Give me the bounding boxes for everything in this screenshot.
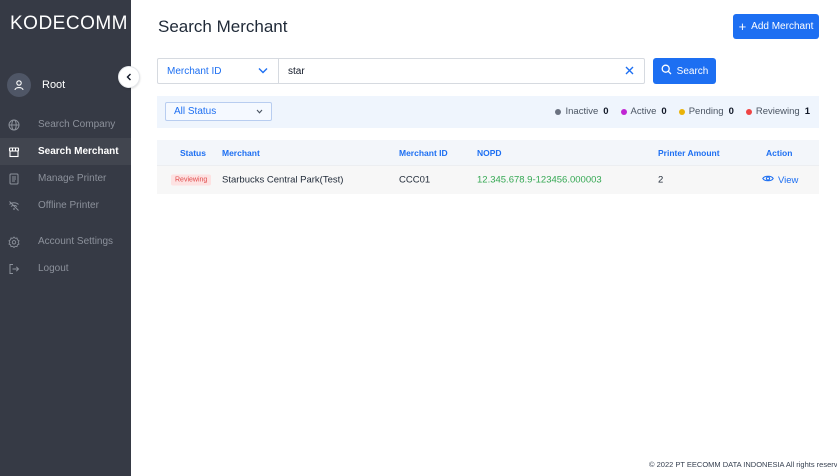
- nopd-value: 12.345.678.9-123456.000003: [477, 174, 602, 186]
- status-dot-icon: [555, 108, 562, 115]
- add-merchant-button[interactable]: + Add Merchant: [733, 14, 819, 39]
- merchant-table: Status Merchant Merchant ID NOPD Printer…: [157, 140, 819, 194]
- sidebar-item-label: Search Company: [38, 119, 116, 130]
- legend-label: Reviewing: [755, 106, 800, 117]
- chevron-down-icon: [258, 66, 268, 77]
- legend-count: 0: [661, 106, 667, 117]
- status-badge: Reviewing: [171, 174, 212, 186]
- gear-icon: [8, 235, 20, 248]
- search-button[interactable]: Search: [653, 58, 716, 84]
- legend-pending: Pending 0: [678, 106, 734, 117]
- store-icon: [8, 146, 20, 158]
- search-button-label: Search: [676, 65, 709, 77]
- search-bar: Merchant ID: [157, 58, 645, 84]
- sidebar-item-search-company[interactable]: Search Company: [0, 111, 131, 138]
- sidebar-item-account-settings[interactable]: Account Settings: [0, 228, 131, 255]
- merchant-name: Starbucks Central Park(Test): [222, 174, 344, 186]
- sidebar-item-label: Search Merchant: [38, 146, 119, 157]
- sidebar-item-logout[interactable]: Logout: [0, 255, 131, 282]
- merchant-id: CCC01: [399, 174, 431, 186]
- globe-icon: [8, 119, 20, 131]
- column-header-status: Status: [180, 147, 206, 158]
- page-title: Search Merchant: [158, 17, 288, 36]
- table-row[interactable]: Reviewing Starbucks Central Park(Test) C…: [157, 165, 819, 194]
- legend-active: Active 0: [620, 106, 667, 117]
- legend-count: 0: [603, 106, 609, 117]
- sidebar-nav: Search Company Search Merchant Manage Pr…: [0, 111, 131, 282]
- sidebar-item-offline-printer[interactable]: Offline Printer: [0, 192, 131, 219]
- search-icon: [661, 64, 677, 78]
- legend-count: 0: [728, 106, 734, 117]
- logout-icon: [8, 263, 20, 275]
- column-header-merchant: Merchant: [222, 147, 260, 158]
- legend-label: Inactive: [565, 106, 599, 117]
- status-dot-icon: [620, 108, 627, 115]
- user-avatar-icon: [7, 73, 31, 97]
- eye-icon: [762, 174, 778, 186]
- search-field-value: Merchant ID: [167, 65, 222, 77]
- sidebar-item-label: Logout: [38, 263, 69, 274]
- sidebar-item-label: Offline Printer: [38, 200, 99, 211]
- chevron-left-icon: [125, 68, 133, 86]
- chevron-down-icon: [256, 106, 263, 117]
- add-merchant-label: Add Merchant: [751, 21, 814, 32]
- sidebar-item-manage-printer[interactable]: Manage Printer: [0, 165, 131, 192]
- close-icon: [625, 62, 634, 80]
- sidebar-item-label: Manage Printer: [38, 173, 107, 184]
- wifi-off-icon: [8, 200, 20, 212]
- user-name: Root: [42, 79, 66, 91]
- search-input[interactable]: [279, 59, 614, 83]
- sidebar-collapse-button[interactable]: [118, 66, 140, 88]
- column-header-merchant-id: Merchant ID: [399, 147, 448, 158]
- column-header-action: Action: [766, 147, 793, 158]
- plus-icon: +: [738, 19, 747, 34]
- view-button[interactable]: View: [762, 174, 798, 186]
- status-legend: Inactive 0 Active 0 Pending 0 Reviewing …: [543, 106, 810, 117]
- sidebar-item-search-merchant[interactable]: Search Merchant: [0, 138, 131, 165]
- legend-reviewing: Reviewing 1: [745, 106, 810, 117]
- column-header-nopd: NOPD: [477, 147, 502, 158]
- status-dot-icon: [678, 108, 685, 115]
- sidebar: KODECOMM Root Search Company Search Merc…: [0, 0, 131, 476]
- sidebar-item-label: Account Settings: [38, 236, 114, 247]
- column-header-printer-amount: Printer Amount: [658, 147, 720, 158]
- status-filter-select[interactable]: All Status: [165, 102, 272, 121]
- user-profile[interactable]: Root: [7, 73, 65, 97]
- search-field-select[interactable]: Merchant ID: [158, 59, 279, 83]
- status-dot-icon: [745, 108, 752, 115]
- legend-count: 1: [804, 106, 810, 117]
- printer-icon: [8, 173, 20, 185]
- legend-inactive: Inactive 0: [555, 106, 609, 117]
- view-label: View: [778, 174, 799, 186]
- table-header: Status Merchant Merchant ID NOPD Printer…: [157, 140, 819, 165]
- filter-panel: All Status Inactive 0 Active 0 Pending 0…: [157, 96, 819, 128]
- footer-copyright: © 2022 PT EECOMM DATA INDONESIA All righ…: [649, 460, 837, 469]
- app-logo: KODECOMM: [10, 13, 128, 34]
- legend-label: Pending: [688, 106, 724, 117]
- status-filter-value: All Status: [174, 106, 217, 117]
- printer-amount: 2: [658, 174, 664, 186]
- clear-search-button[interactable]: [614, 59, 644, 83]
- legend-label: Active: [630, 106, 657, 117]
